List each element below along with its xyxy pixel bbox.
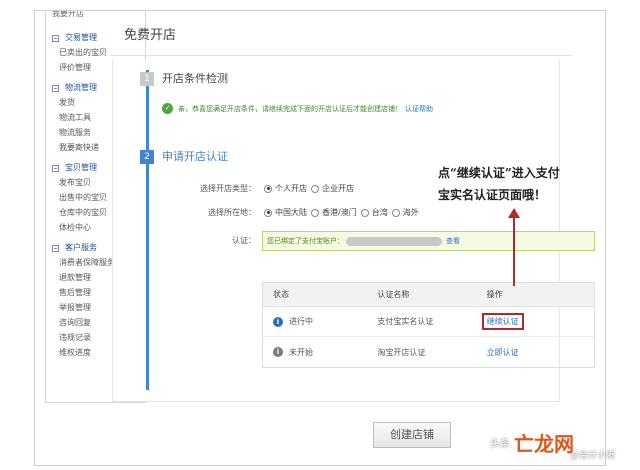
radio-label: 台湾 (371, 208, 388, 217)
annotation-text: 点“继续认证”进入支付 宝实名认证页面哦！ (438, 166, 560, 202)
radio-overseas[interactable] (391, 208, 400, 217)
shop-type-label: 选择开店类型： (200, 184, 256, 193)
progress-line (146, 70, 149, 390)
watermark-sub: @会计小港 (570, 451, 616, 461)
step-number: 2 (140, 150, 154, 164)
alipay-bound-notice: 您已绑定了支付宝账户： 查看 (262, 231, 595, 251)
radio-company[interactable] (311, 184, 319, 193)
radio-label: 中国大陆 (275, 208, 307, 217)
region-label: 选择所在地： (208, 208, 256, 217)
radio-hk-macau[interactable] (311, 208, 319, 217)
radio-label: 海外 (402, 208, 419, 217)
radio-mainland[interactable] (264, 208, 272, 217)
watermark: 头条 亡龙网 @会计小港 (490, 428, 615, 461)
radio-label: 企业开店 (322, 184, 354, 193)
status-text: 未开始 (289, 347, 313, 357)
status-text: 进行中 (289, 317, 313, 326)
shop-type-options: 个人开店 企业开店 (260, 183, 354, 194)
check-icon: ✓ (162, 103, 173, 114)
collapse-icon[interactable] (52, 164, 59, 172)
cert-table: 状态 认证名称 操作 i 进行中 支付宝实名认证 继续认证 i 未开始 淘宝开店认证… (262, 282, 595, 368)
region-options: 中国大陆 香港/澳门 台湾 海外 (260, 207, 419, 218)
radio-label: 个人开店 (275, 184, 307, 193)
radio-taiwan[interactable] (360, 208, 369, 217)
table-row: i 未开始 淘宝开店认证 立即认证 (263, 337, 594, 367)
table-header: 状态 认证名称 操作 (263, 283, 594, 307)
view-link[interactable]: 查看 (446, 236, 460, 246)
sidebar-top-item[interactable]: 我要开店 (52, 11, 145, 25)
info-icon: i (273, 347, 283, 357)
cert-name: 支付宝实名认证 (377, 317, 434, 326)
blurred-account (346, 236, 442, 246)
step-title: 开店条件检测 (162, 72, 228, 85)
cert-name: 淘宝开店认证 (377, 347, 426, 357)
watermark-prefix: 头条 (490, 439, 510, 450)
start-cert-link[interactable]: 立即认证 (487, 348, 519, 357)
continue-cert-link[interactable]: 继续认证 (487, 317, 519, 326)
highlight-box: 继续认证 (481, 313, 524, 330)
check-message: 亲，恭喜您满足开店条件，请继续完成下面的开店认证后才能创建店铺！ (178, 104, 402, 113)
watermark-logo: 亡龙网 (514, 432, 574, 456)
condition-check-row: ✓ 亲，恭喜您满足开店条件，请继续完成下面的开店认证后才能创建店铺！ 认证帮助 (162, 103, 433, 114)
table-row: i 进行中 支付宝实名认证 继续认证 (263, 307, 594, 337)
col-action: 操作 (486, 290, 503, 299)
collapse-icon[interactable] (52, 34, 59, 42)
col-status: 状态 (273, 290, 289, 299)
info-icon: i (273, 316, 283, 327)
annotation-arrow (513, 216, 515, 286)
collapse-icon[interactable] (52, 244, 59, 252)
radio-label: 香港/澳门 (322, 208, 357, 217)
step-number: 1 (140, 72, 154, 86)
collapse-icon[interactable] (52, 84, 59, 92)
title-divider (110, 55, 572, 56)
radio-personal[interactable] (264, 184, 272, 193)
step-title: 申请开店认证 (162, 150, 228, 163)
page-title: 免费开店 (124, 28, 177, 43)
help-link[interactable]: 认证帮助 (405, 104, 433, 114)
cert-label: 认证： (232, 236, 256, 245)
cert-text: 您已绑定了支付宝账户： (267, 237, 344, 245)
create-shop-button[interactable]: 创建店铺 (373, 422, 451, 448)
sidebar-item-sold[interactable]: 已卖出的宝贝 (52, 45, 145, 60)
col-name: 认证名称 (377, 290, 410, 299)
